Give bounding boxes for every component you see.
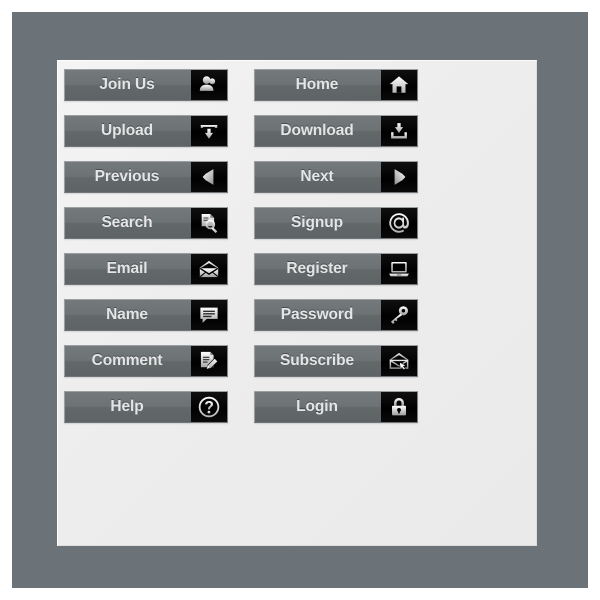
- button-email[interactable]: Email: [64, 253, 228, 285]
- button-label: Name: [106, 306, 148, 323]
- button-login[interactable]: Login: [254, 391, 418, 423]
- document-pencil-icon: [191, 346, 227, 376]
- button-label: Email: [106, 260, 148, 277]
- button-upload[interactable]: Upload: [64, 115, 228, 147]
- button-name[interactable]: Name: [64, 299, 228, 331]
- button-register[interactable]: Register: [254, 253, 418, 285]
- button-label: Register: [286, 260, 348, 277]
- button-label: Upload: [101, 122, 153, 139]
- users-icon: [191, 70, 227, 100]
- key-icon: [381, 300, 417, 330]
- arrow-right-icon: [381, 162, 417, 192]
- button-label: Home: [295, 76, 339, 93]
- button-label: Signup: [291, 214, 343, 231]
- button-search[interactable]: Search: [64, 207, 228, 239]
- button-label: Download: [280, 122, 354, 139]
- button-previous[interactable]: Previous: [64, 161, 228, 193]
- button-comment[interactable]: Comment: [64, 345, 228, 377]
- screenshot-stage: Join Us Home Upload Download Previous Ne…: [0, 0, 600, 600]
- button-label: Login: [296, 398, 338, 415]
- button-label: Next: [300, 168, 334, 185]
- button-label: Join Us: [99, 76, 155, 93]
- padlock-icon: [381, 392, 417, 422]
- button-label: Subscribe: [279, 352, 355, 369]
- button-download[interactable]: Download: [254, 115, 418, 147]
- button-label: Help: [110, 398, 144, 415]
- button-label: Search: [101, 214, 153, 231]
- button-next[interactable]: Next: [254, 161, 418, 193]
- button-help[interactable]: Help: [64, 391, 228, 423]
- document-magnifier-icon: [191, 208, 227, 238]
- arrow-left-icon: [191, 162, 227, 192]
- laptop-icon: [381, 254, 417, 284]
- house-icon: [381, 70, 417, 100]
- button-subscribe[interactable]: Subscribe: [254, 345, 418, 377]
- download-tray-icon: [381, 116, 417, 146]
- button-label: Password: [280, 306, 354, 323]
- question-circle-icon: [191, 392, 227, 422]
- at-sign-icon: [381, 208, 417, 238]
- button-signup[interactable]: Signup: [254, 207, 418, 239]
- envelope-open-icon: [191, 254, 227, 284]
- button-home[interactable]: Home: [254, 69, 418, 101]
- button-label: Previous: [94, 168, 160, 185]
- upload-tray-icon: [191, 116, 227, 146]
- speech-bubble-icon: [191, 300, 227, 330]
- envelope-cursor-icon: [381, 346, 417, 376]
- button-password[interactable]: Password: [254, 299, 418, 331]
- button-label: Comment: [91, 352, 163, 369]
- button-grid: Join Us Home Upload Download Previous Ne…: [64, 69, 418, 423]
- button-join-us[interactable]: Join Us: [64, 69, 228, 101]
